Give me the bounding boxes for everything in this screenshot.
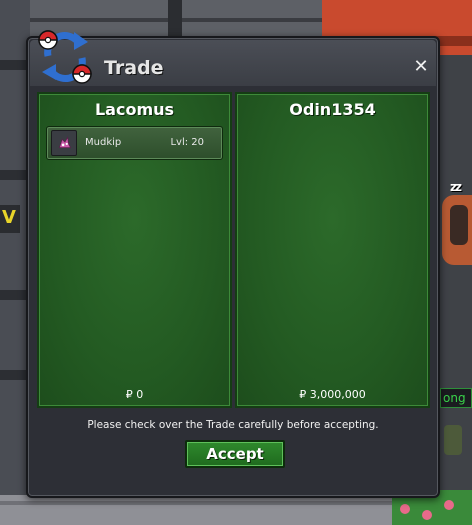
- trainer-name: Odin1354: [289, 100, 376, 119]
- offered-pokemon-slot[interactable]: Mudkip Lvl: 20: [46, 126, 223, 160]
- bush-sprite: [444, 425, 462, 455]
- close-button[interactable]: ✕: [410, 56, 432, 78]
- yellow-sign: [0, 205, 20, 233]
- pokemon-level: Lvl: 20: [170, 137, 204, 148]
- sleep-indicator: zz: [450, 180, 462, 194]
- trainer-name: Lacomus: [94, 100, 175, 119]
- pokemon-shadow: [450, 205, 468, 245]
- mudkip-icon: [51, 130, 77, 156]
- accept-button[interactable]: Accept: [185, 440, 285, 468]
- offered-money: ₽ 0: [125, 388, 144, 401]
- street-pole: [168, 0, 182, 40]
- trade-exchange-icon: [38, 30, 92, 84]
- pokemon-name: Mudkip: [85, 137, 122, 148]
- trade-window: Trade ✕ Lacomus Mudkip Lvl: 20 ₽ 0 Odin1…: [26, 30, 440, 498]
- trade-notice: Please check over the Trade carefully be…: [87, 419, 379, 431]
- partner-offer-panel: Odin1354 ₽ 3,000,000: [235, 92, 430, 408]
- my-offer-panel[interactable]: Lacomus Mudkip Lvl: 20 ₽ 0: [37, 92, 232, 408]
- player-name-tag: ong: [440, 388, 472, 408]
- offered-money: ₽ 3,000,000: [299, 388, 366, 401]
- window-title: Trade: [104, 57, 164, 79]
